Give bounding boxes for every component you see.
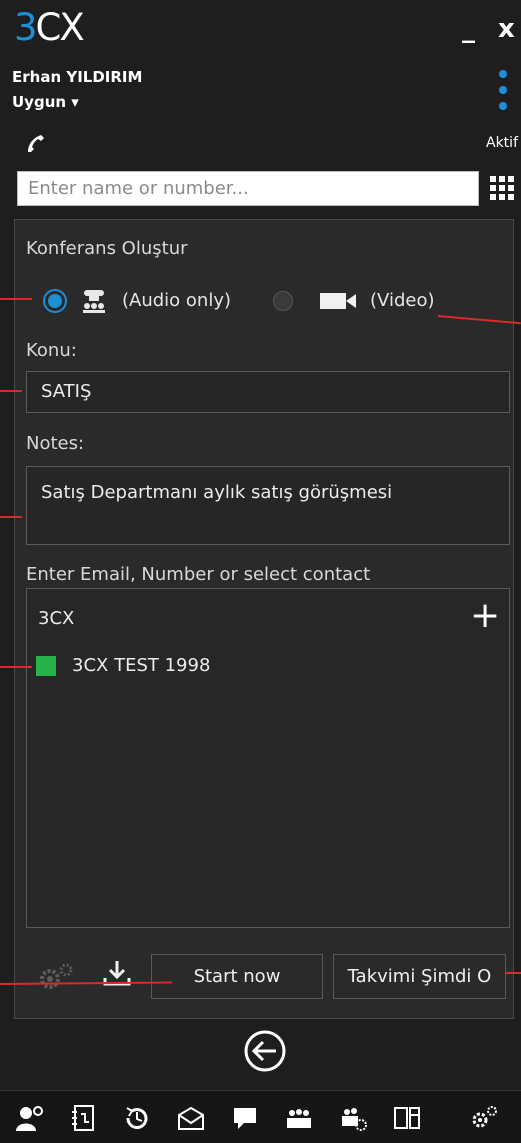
presence-status-icon xyxy=(36,656,56,676)
audio-only-label: (Audio only) xyxy=(122,290,232,311)
audio-conference-icon xyxy=(83,290,105,313)
audio-radio[interactable] xyxy=(45,291,65,311)
voicemail-icon[interactable] xyxy=(176,1103,206,1133)
topic-input[interactable]: SATIŞ xyxy=(26,371,510,413)
presence-label: Aktif xyxy=(486,135,518,151)
start-now-button[interactable]: Start now xyxy=(151,954,323,999)
participants-list[interactable] xyxy=(26,588,510,928)
app-logo: 3CX xyxy=(14,6,85,49)
search-input[interactable] xyxy=(17,171,479,206)
contacts-icon[interactable] xyxy=(14,1103,44,1133)
video-radio[interactable] xyxy=(273,291,293,311)
callout-line-contact xyxy=(0,666,32,668)
conference-icon[interactable] xyxy=(284,1103,314,1133)
settings-gear-icon[interactable] xyxy=(36,962,76,990)
participant-name[interactable]: 3CX TEST 1998 xyxy=(72,655,210,676)
back-arrow-icon[interactable] xyxy=(243,1029,287,1073)
phone-handset-icon[interactable] xyxy=(24,132,46,154)
chat-icon[interactable] xyxy=(230,1103,260,1133)
switchboard-icon[interactable] xyxy=(392,1103,422,1133)
more-options-icon[interactable] xyxy=(496,70,510,120)
callout-line-mode xyxy=(0,298,32,300)
phonebook-icon[interactable] xyxy=(68,1103,98,1133)
panel-title: Konferans Oluştur xyxy=(26,238,188,259)
dialpad-icon[interactable] xyxy=(490,176,514,200)
user-name: Erhan YILDIRIM xyxy=(12,68,143,86)
close-button[interactable]: x xyxy=(498,14,515,44)
settings-icon[interactable] xyxy=(468,1103,498,1133)
callout-line-topic xyxy=(0,390,22,392)
video-camera-icon xyxy=(320,293,356,309)
schedule-button[interactable]: Takvimi Şimdi O xyxy=(333,954,506,999)
logo-three: 3 xyxy=(14,6,38,49)
minimize-button[interactable]: _ xyxy=(462,14,475,44)
participants-label: Enter Email, Number or select contact xyxy=(26,564,371,585)
bottom-toolbar xyxy=(0,1090,521,1143)
status-dropdown[interactable]: Uygun ▾ xyxy=(12,93,79,111)
callout-line-notes xyxy=(0,516,22,518)
logo-cx: CX xyxy=(35,6,85,49)
conference-settings-icon[interactable] xyxy=(338,1103,368,1133)
callout-line-schedule xyxy=(506,972,521,974)
notes-textarea[interactable]: Satış Departmanı aylık satış görüşmesi xyxy=(26,466,510,545)
app-window: 3CX _ x Erhan YILDIRIM Uygun ▾ Aktif Kon… xyxy=(0,0,521,1143)
history-icon[interactable] xyxy=(122,1103,152,1133)
topic-label: Konu: xyxy=(26,340,77,361)
video-label: (Video) xyxy=(370,290,435,311)
notes-label: Notes: xyxy=(26,433,85,454)
add-participant-icon[interactable]: + xyxy=(470,596,500,636)
participant-group-name: 3CX xyxy=(38,608,75,629)
